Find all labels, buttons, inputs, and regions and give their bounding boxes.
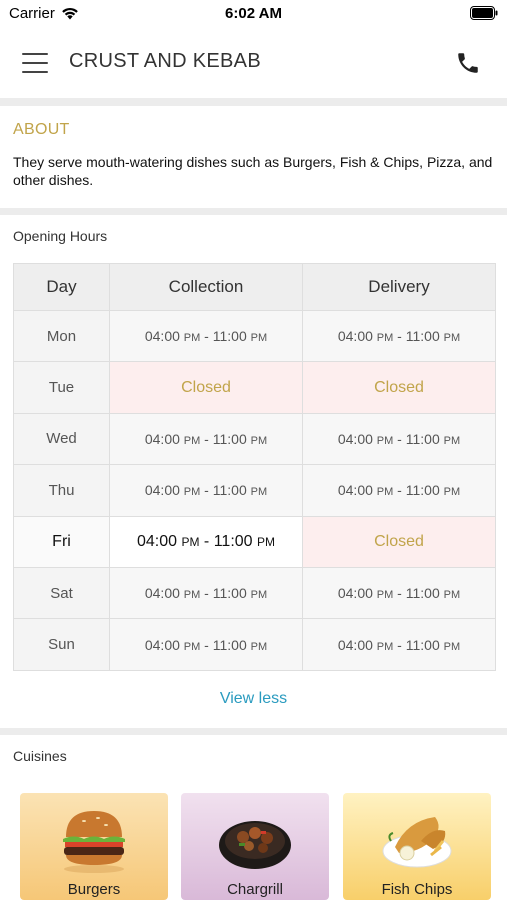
section-divider [0, 728, 507, 735]
table-header-row: Day Collection Delivery [13, 263, 496, 311]
page-title: CRUST AND KEBAB [69, 50, 261, 72]
delivery-hours-cell: 04:00 PM - 11:00 PM [302, 309, 496, 363]
fish-chips-image [343, 801, 491, 875]
column-header-day: Day [13, 263, 110, 311]
status-bar: Carrier 6:02 AM [0, 0, 507, 28]
day-cell: Wed [13, 412, 110, 466]
cuisine-label: Burgers [67, 881, 121, 898]
status-time: 6:02 AM [225, 5, 282, 22]
cuisines-heading: Cuisines [13, 748, 67, 764]
day-cell: Mon [13, 309, 110, 363]
collection-hours-cell: 04:00 PM - 11:00 PM [109, 515, 303, 568]
collection-hours-cell: 04:00 PM - 11:00 PM [109, 464, 303, 517]
view-less-link[interactable]: View less [0, 690, 507, 708]
cuisine-card-chargrill[interactable]: Chargrill [181, 793, 329, 900]
cuisine-card-burgers[interactable]: Burgers [20, 793, 168, 900]
about-heading: ABOUT [13, 121, 70, 138]
table-row-sun: Sun 04:00 PM - 11:00 PM 04:00 PM - 11:00… [13, 618, 496, 671]
section-divider [0, 98, 507, 106]
table-row-tue: Tue Closed Closed [13, 361, 496, 414]
table-row-thu: Thu 04:00 PM - 11:00 PM 04:00 PM - 11:00… [13, 464, 496, 517]
collection-hours-cell: 04:00 PM - 11:00 PM [109, 566, 303, 620]
collection-hours-cell: 04:00 PM - 11:00 PM [109, 309, 303, 363]
delivery-hours-cell: 04:00 PM - 11:00 PM [302, 566, 496, 620]
column-header-collection: Collection [109, 263, 303, 311]
day-cell: Thu [13, 464, 110, 517]
collection-hours-cell: 04:00 PM - 11:00 PM [109, 412, 303, 466]
day-cell: Fri [13, 515, 110, 568]
delivery-hours-cell: 04:00 PM - 11:00 PM [302, 464, 496, 517]
cuisine-label: Fish Chips [381, 881, 453, 898]
delivery-closed-cell: Closed [302, 361, 496, 414]
day-cell: Tue [13, 361, 110, 414]
cuisine-label: Chargrill [227, 881, 283, 898]
phone-icon[interactable] [455, 50, 481, 76]
about-description: They serve mouth-watering dishes such as… [13, 154, 493, 188]
collection-hours-cell: 04:00 PM - 11:00 PM [109, 618, 303, 671]
delivery-hours-cell: 04:00 PM - 11:00 PM [302, 412, 496, 466]
navigation-bar: CRUST AND KEBAB [0, 28, 507, 98]
cuisine-card-fish-chips[interactable]: Fish Chips [343, 793, 491, 900]
day-cell: Sat [13, 566, 110, 620]
table-row-sat: Sat 04:00 PM - 11:00 PM 04:00 PM - 11:00… [13, 566, 496, 620]
chargrill-image [181, 801, 329, 875]
column-header-delivery: Delivery [302, 263, 496, 311]
delivery-closed-cell: Closed [302, 515, 496, 568]
burger-image [20, 801, 168, 875]
delivery-hours-cell: 04:00 PM - 11:00 PM [302, 618, 496, 671]
opening-hours-heading: Opening Hours [13, 228, 108, 244]
collection-closed-cell: Closed [109, 361, 303, 414]
section-divider [0, 208, 507, 215]
day-cell: Sun [13, 618, 110, 671]
table-row-wed: Wed 04:00 PM - 11:00 PM 04:00 PM - 11:00… [13, 412, 496, 466]
hamburger-menu-icon[interactable] [22, 53, 48, 73]
battery-icon [470, 6, 498, 24]
table-row-fri: Fri 04:00 PM - 11:00 PM Closed [13, 515, 496, 568]
table-row-mon: Mon 04:00 PM - 11:00 PM 04:00 PM - 11:00… [13, 309, 496, 363]
opening-hours-table: Day Collection Delivery Mon 04:00 PM - 1… [13, 263, 496, 671]
